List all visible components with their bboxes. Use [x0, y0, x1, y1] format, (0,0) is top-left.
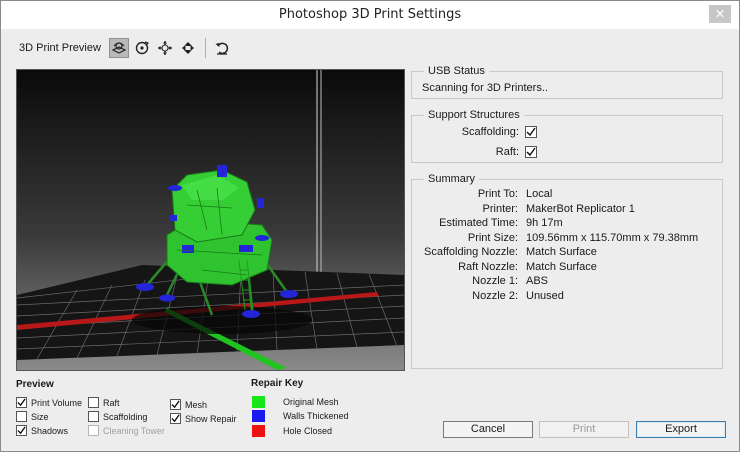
- print-volume-option[interactable]: Print Volume: [16, 396, 82, 409]
- pan-icon[interactable]: [155, 38, 175, 58]
- checkmark-icon: [526, 147, 536, 157]
- show-repair-option[interactable]: Show Repair: [170, 412, 237, 425]
- repair-key-title: Repair Key: [251, 378, 304, 389]
- mesh-label: Mesh: [185, 399, 208, 410]
- usb-status-group: USB Status Scanning for 3D Printers..: [411, 64, 723, 99]
- rotate-icon[interactable]: [132, 38, 152, 58]
- cancel-button[interactable]: Cancel: [443, 421, 533, 438]
- title-bar: Photoshop 3D Print Settings ✕: [1, 1, 739, 29]
- print-volume-checkbox[interactable]: [16, 397, 27, 408]
- summary-key: Print Size:: [467, 231, 518, 244]
- export-button[interactable]: Export: [636, 421, 726, 438]
- support-structures-title: Support Structures: [424, 108, 524, 122]
- print-settings-dialog: Photoshop 3D Print Settings ✕ 3D Print P…: [0, 0, 740, 452]
- checkmark-icon: [17, 398, 26, 407]
- summary-value: Unused: [526, 289, 564, 302]
- print-volume-label: Print Volume: [31, 397, 83, 408]
- hole-closed-swatch: [252, 425, 265, 437]
- summary-row: Printer: MakerBot Replicator 1: [412, 203, 722, 218]
- cleaning-tower-option: Cleaning Tower: [88, 424, 165, 437]
- shadows-checkbox[interactable]: [16, 425, 27, 436]
- scaffolding-label: Scaffolding:: [461, 126, 519, 138]
- usb-status-text: Scanning for 3D Printers..: [422, 82, 548, 94]
- summary-key: Nozzle 2:: [472, 289, 518, 302]
- reset-view-icon[interactable]: [212, 38, 232, 58]
- show-repair-label: Show Repair: [185, 413, 237, 424]
- window-title: Photoshop 3D Print Settings: [278, 7, 462, 22]
- size-label: Size: [31, 411, 49, 422]
- mesh-checkbox[interactable]: [170, 399, 181, 410]
- preview-options-title: Preview: [16, 379, 54, 390]
- shadows-option[interactable]: Shadows: [16, 424, 68, 437]
- summary-title: Summary: [424, 172, 480, 186]
- lunar-module-model-render: [17, 70, 404, 370]
- summary-row: Nozzle 2: Unused: [412, 290, 722, 305]
- show-repair-checkbox[interactable]: [170, 413, 181, 424]
- repair-key-item: Walls Thickened: [252, 410, 349, 422]
- summary-row: Nozzle 1: ABS: [412, 275, 722, 290]
- summary-key: Scaffolding Nozzle:: [424, 246, 518, 258]
- repair-key-label: Original Mesh: [283, 397, 339, 407]
- size-checkbox[interactable]: [16, 411, 27, 422]
- repair-key-label: Walls Thickened: [283, 411, 349, 421]
- summary-value: MakerBot Replicator 1: [526, 202, 635, 215]
- raft-checkbox[interactable]: [525, 146, 537, 158]
- raft-label: Raft:: [495, 146, 519, 158]
- scaffolding-checkbox[interactable]: [525, 126, 537, 138]
- summary-row: Raft Nozzle: Match Surface: [412, 261, 722, 276]
- toolbar-separator: [204, 38, 206, 58]
- summary-row: Print To: Local: [412, 188, 722, 203]
- usb-status-title: USB Status: [424, 64, 489, 78]
- summary-row: Print Size: 109.56mm x 115.70mm x 79.38m…: [412, 232, 722, 247]
- summary-row: Scaffolding Nozzle: Match Surface: [412, 246, 722, 261]
- print-preview-viewport[interactable]: [16, 69, 405, 371]
- original-mesh-swatch: [252, 396, 265, 408]
- raft-preview-checkbox[interactable]: [88, 397, 99, 408]
- repair-key-label: Hole Closed: [283, 426, 333, 436]
- summary-key: Estimated Time:: [439, 217, 518, 229]
- raft-row: Raft:: [496, 146, 537, 158]
- summary-value: ABS: [526, 275, 549, 287]
- summary-row: Estimated Time: 9h 17m: [412, 217, 722, 232]
- preview-toolbar-label: 3D Print Preview: [19, 42, 101, 54]
- scaffolding-preview-option[interactable]: Scaffolding: [88, 410, 147, 423]
- summary-key: Print To:: [477, 188, 518, 200]
- cleaning-tower-checkbox: [88, 425, 99, 436]
- slide-icon[interactable]: [178, 38, 198, 58]
- cleaning-tower-label: Cleaning Tower: [103, 425, 165, 436]
- summary-key: Nozzle 1:: [472, 275, 518, 287]
- scene-view-icon[interactable]: [108, 38, 129, 58]
- support-structures-group: Support Structures Scaffolding: Raft:: [411, 108, 723, 163]
- preview-toolbar: 3D Print Preview: [19, 37, 235, 59]
- print-button: Print: [539, 421, 629, 438]
- raft-preview-option[interactable]: Raft: [88, 396, 120, 409]
- walls-thickened-swatch: [252, 410, 265, 422]
- checkmark-icon: [171, 400, 180, 409]
- summary-key: Printer:: [482, 202, 518, 215]
- summary-value: Match Surface: [526, 260, 597, 273]
- checkmark-icon: [17, 426, 26, 435]
- close-button[interactable]: ✕: [709, 5, 731, 23]
- size-option[interactable]: Size: [16, 410, 49, 423]
- shadows-label: Shadows: [31, 425, 69, 436]
- scaffolding-preview-checkbox[interactable]: [88, 411, 99, 422]
- checkmark-icon: [526, 127, 536, 137]
- repair-key-item: Original Mesh: [252, 396, 339, 408]
- scaffolding-row: Scaffolding:: [462, 126, 537, 138]
- checkmark-icon: [171, 414, 180, 423]
- summary-key: Raft Nozzle:: [458, 260, 518, 273]
- summary-value: Match Surface: [526, 246, 597, 258]
- scaffolding-preview-label: Scaffolding: [103, 411, 148, 422]
- raft-preview-label: Raft: [103, 397, 120, 408]
- summary-value: 9h 17m: [526, 217, 563, 229]
- mesh-option[interactable]: Mesh: [170, 398, 207, 411]
- repair-key-item: Hole Closed: [252, 425, 332, 437]
- summary-value: 109.56mm x 115.70mm x 79.38mm: [526, 231, 699, 244]
- summary-group: Summary Print To: Local Printer: MakerBo…: [411, 172, 723, 369]
- summary-value: Local: [526, 188, 553, 200]
